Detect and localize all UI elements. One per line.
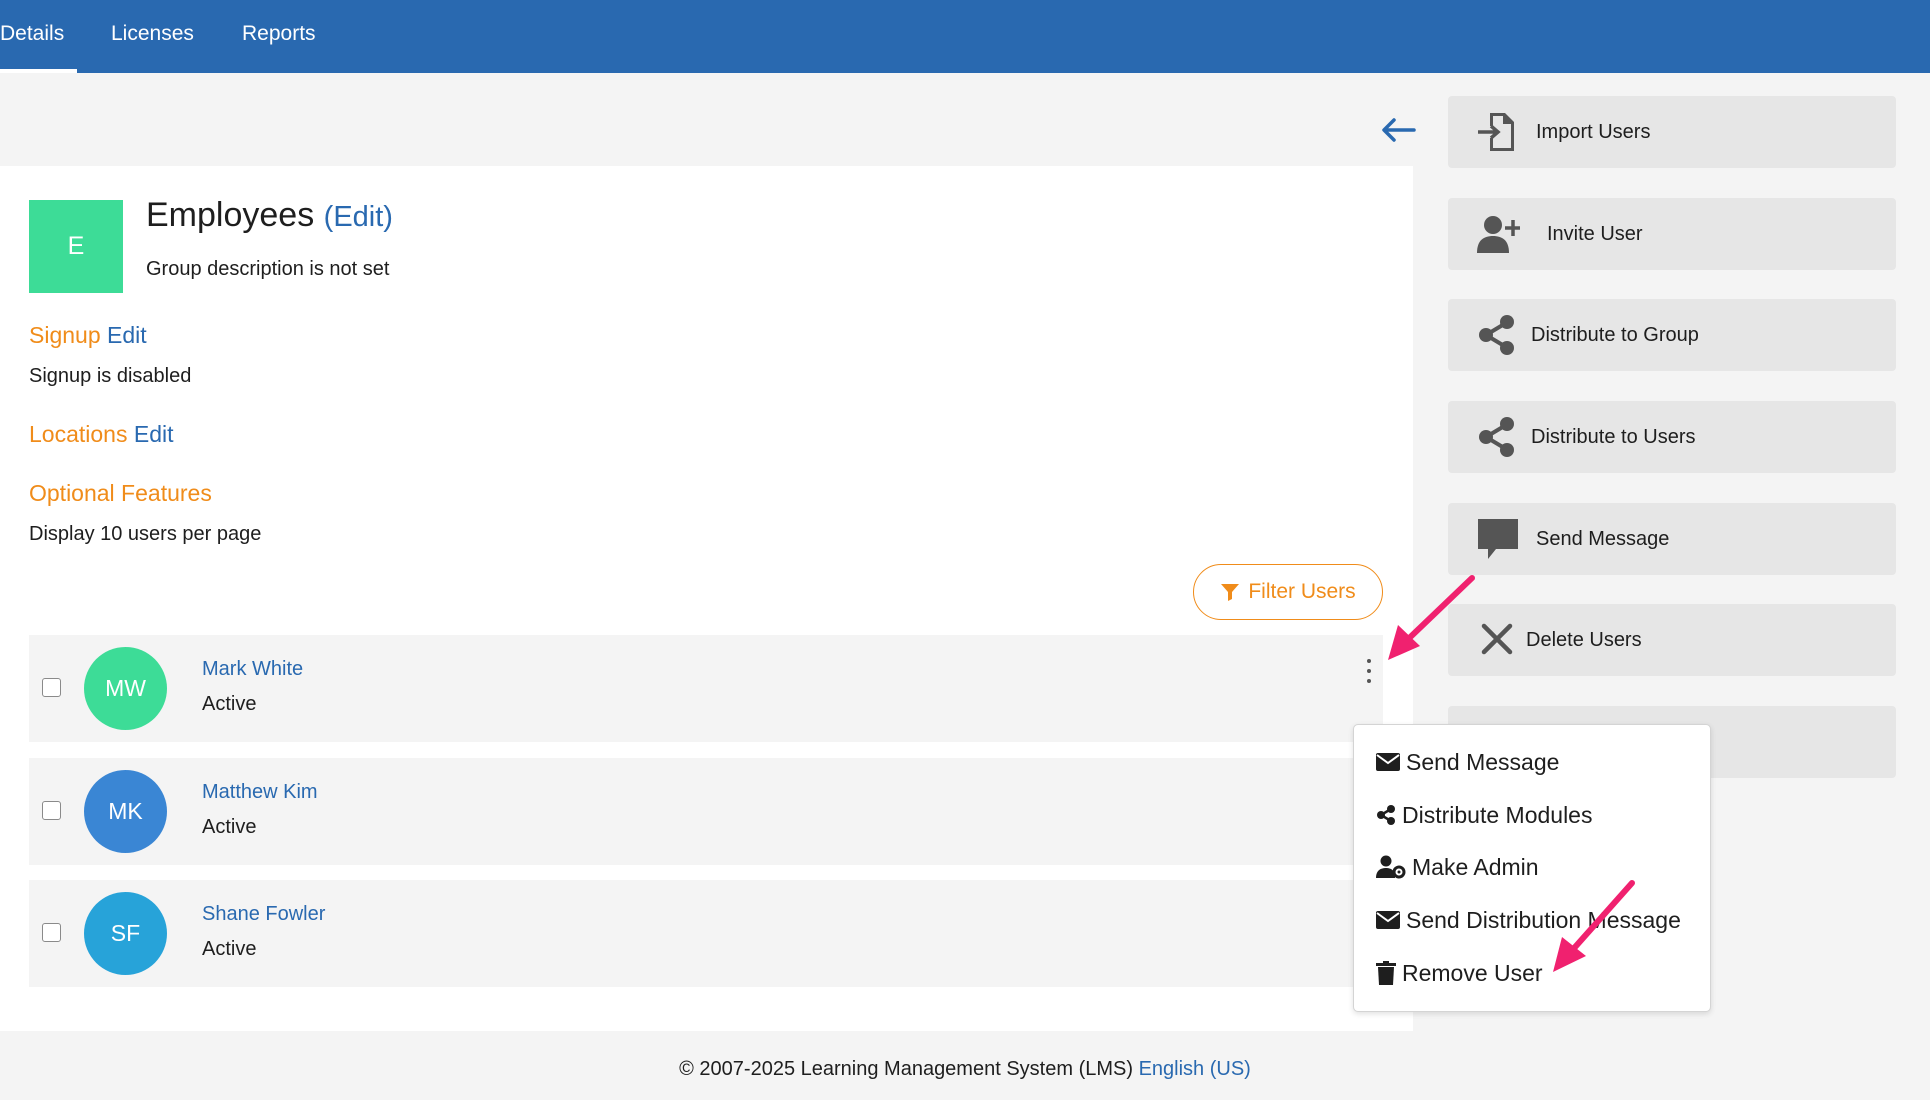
group-name: Employees (146, 196, 315, 234)
distribute-to-group-button[interactable]: Distribute to Group (1448, 299, 1896, 371)
signup-section-title: Signup Edit (29, 322, 147, 349)
top-nav: Details Licenses Reports (0, 0, 1930, 73)
invite-user-button[interactable]: Invite User (1448, 198, 1896, 270)
import-file-icon (1478, 113, 1514, 151)
user-status: Active (202, 938, 257, 960)
envelope-icon (1376, 911, 1400, 929)
avatar: MW (84, 647, 167, 730)
menu-item-distribute-modules[interactable]: Distribute Modules (1376, 797, 1592, 833)
footer: © 2007-2025 Learning Management System (… (0, 1058, 1930, 1081)
avatar: MK (84, 770, 167, 853)
signup-status: Signup is disabled (29, 365, 192, 387)
share-icon (1479, 417, 1514, 457)
edit-group-link[interactable]: (Edit) (324, 201, 393, 233)
tab-reports[interactable]: Reports (242, 0, 316, 73)
menu-item-label: Send Distribution Message (1406, 906, 1681, 933)
send-message-label: Send Message (1536, 528, 1670, 550)
copyright-text: © 2007-2025 Learning Management System (… (679, 1058, 1134, 1080)
menu-item-send-distribution-message[interactable]: Send Distribution Message (1376, 902, 1681, 938)
delete-users-button[interactable]: Delete Users (1448, 604, 1896, 676)
user-name-link[interactable]: Matthew Kim (202, 781, 318, 804)
comment-icon (1478, 519, 1518, 559)
avatar: SF (84, 892, 167, 975)
envelope-icon (1376, 753, 1400, 771)
group-avatar: E (29, 200, 123, 293)
invite-user-label: Invite User (1547, 223, 1643, 245)
distribute-to-users-label: Distribute to Users (1531, 426, 1696, 448)
delete-users-label: Delete Users (1526, 629, 1642, 651)
user-context-menu: Send Message Distribute Modules Make Adm… (1353, 724, 1711, 1012)
menu-item-label: Make Admin (1412, 853, 1539, 880)
menu-item-label: Distribute Modules (1402, 801, 1593, 828)
import-users-button[interactable]: Import Users (1448, 96, 1896, 168)
import-users-label: Import Users (1536, 121, 1651, 143)
user-checkbox[interactable] (42, 801, 61, 820)
menu-item-label: Remove User (1402, 959, 1543, 986)
edit-signup-link[interactable]: Edit (107, 322, 147, 348)
distribute-to-users-button[interactable]: Distribute to Users (1448, 401, 1896, 473)
edit-locations-link[interactable]: Edit (134, 421, 174, 447)
menu-item-make-admin[interactable]: Make Admin (1376, 849, 1539, 885)
menu-item-remove-user[interactable]: Remove User (1376, 955, 1543, 991)
filter-users-button[interactable]: Filter Users (1193, 564, 1383, 620)
kebab-menu-icon[interactable] (1362, 659, 1376, 683)
close-icon (1481, 623, 1513, 655)
user-plus-icon (1477, 216, 1520, 253)
locations-title: Locations (29, 421, 128, 447)
back-arrow-icon[interactable] (1380, 116, 1416, 144)
menu-item-send-message[interactable]: Send Message (1376, 744, 1559, 780)
language-link[interactable]: English (US) (1139, 1058, 1251, 1080)
filter-users-label: Filter Users (1248, 580, 1356, 603)
table-row[interactable]: MW Mark White Active (29, 635, 1383, 742)
user-checkbox[interactable] (42, 678, 61, 697)
table-row[interactable]: SF Shane Fowler Active (29, 880, 1383, 987)
signup-title: Signup (29, 322, 101, 348)
group-details-panel: E Employees (Edit) Group description is … (0, 166, 1413, 1031)
group-description: Group description is not set (146, 258, 390, 280)
optional-features-text: Display 10 users per page (29, 523, 262, 545)
table-row[interactable]: MK Matthew Kim Active (29, 758, 1383, 865)
locations-section-title: Locations Edit (29, 421, 174, 448)
user-status: Active (202, 816, 257, 838)
tab-details[interactable]: Details (0, 0, 77, 73)
filter-icon (1221, 584, 1240, 601)
user-name-link[interactable]: Shane Fowler (202, 903, 325, 926)
trash-icon (1376, 961, 1396, 985)
send-message-button[interactable]: Send Message (1448, 503, 1896, 575)
menu-item-label: Send Message (1406, 748, 1560, 775)
user-gear-icon (1376, 855, 1406, 879)
share-icon (1479, 315, 1514, 355)
distribute-to-group-label: Distribute to Group (1531, 324, 1699, 346)
tab-licenses[interactable]: Licenses (111, 0, 194, 73)
optional-features-title: Optional Features (29, 480, 212, 506)
user-status: Active (202, 693, 257, 715)
page-title: Employees (Edit) (146, 196, 393, 235)
user-name-link[interactable]: Mark White (202, 658, 303, 681)
share-icon (1377, 805, 1395, 825)
user-checkbox[interactable] (42, 923, 61, 942)
